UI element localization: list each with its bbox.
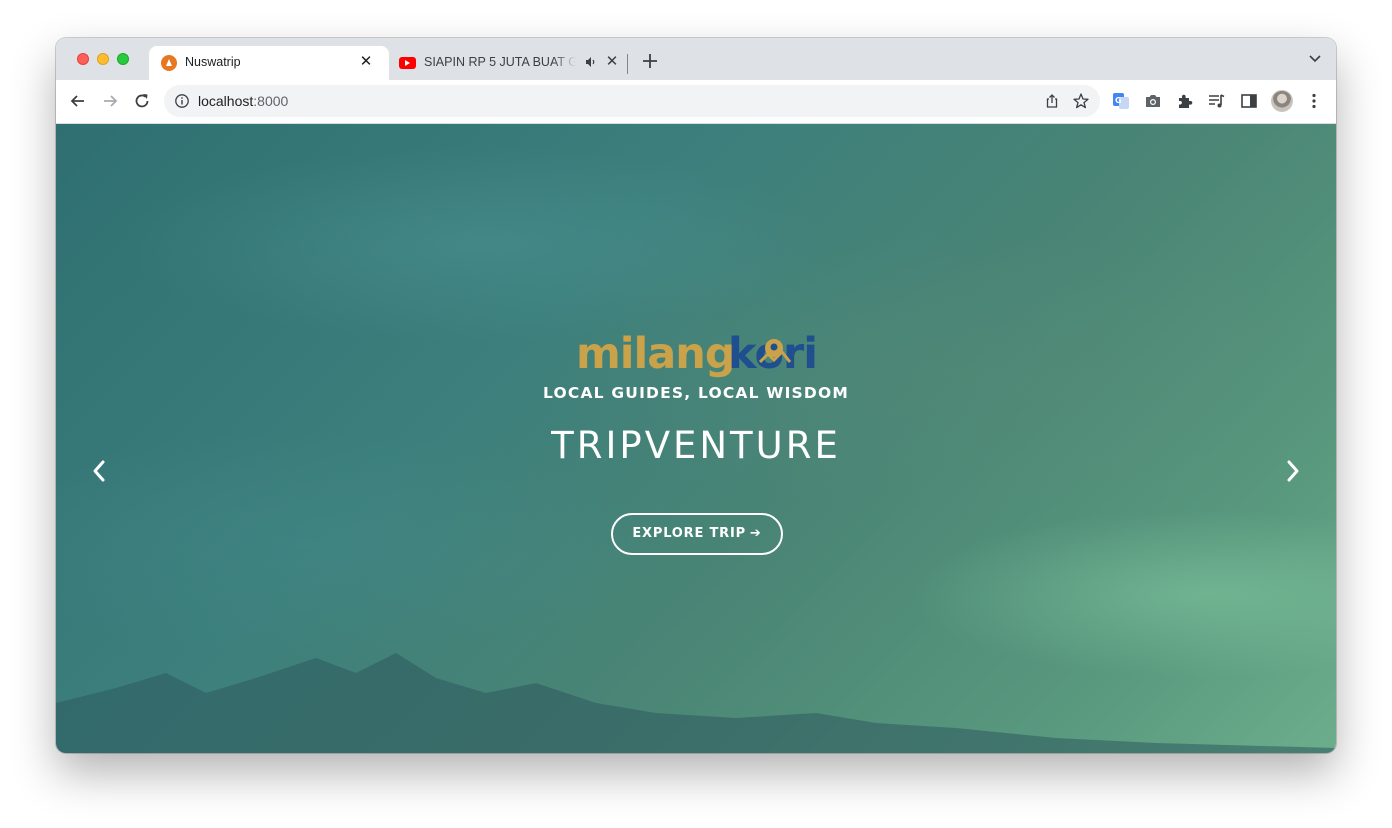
carousel-next-chevron-icon[interactable] <box>1284 458 1302 484</box>
info-icon[interactable] <box>174 93 190 109</box>
media-queue-icon[interactable] <box>1207 91 1227 111</box>
carousel-prev-chevron-icon[interactable] <box>90 458 108 484</box>
tab-strip: Nuswatrip ✕ SIAPIN RP 5 JUTA BUAT GA ✕ <box>56 38 1336 80</box>
close-window-button[interactable] <box>77 53 89 65</box>
profile-avatar[interactable] <box>1271 90 1293 112</box>
nuswatrip-favicon-icon <box>161 55 177 71</box>
hero-content: milang kori LOCAL GUIDES, LOCAL WISDOM T… <box>56 124 1336 753</box>
speaker-icon[interactable] <box>585 55 597 69</box>
url-text[interactable]: localhost:8000 <box>198 93 288 109</box>
tab-separator <box>627 54 628 74</box>
google-translate-icon[interactable]: G <box>1111 91 1131 111</box>
tab-youtube[interactable]: SIAPIN RP 5 JUTA BUAT GA ✕ <box>389 46 629 80</box>
hero-tagline: LOCAL GUIDES, LOCAL WISDOM <box>543 384 849 402</box>
browser-window: Nuswatrip ✕ SIAPIN RP 5 JUTA BUAT GA ✕ l… <box>56 38 1336 753</box>
tab-nuswatrip[interactable]: Nuswatrip ✕ <box>149 46 389 80</box>
extensions-puzzle-icon[interactable] <box>1175 91 1195 111</box>
tab-close-icon[interactable]: ✕ <box>604 54 620 70</box>
toolbar: localhost:8000 G <box>56 80 1336 124</box>
arrow-right-icon: ➔ <box>749 526 762 541</box>
hero-section: milang kori LOCAL GUIDES, LOCAL WISDOM T… <box>56 124 1336 753</box>
share-icon[interactable] <box>1044 93 1060 109</box>
svg-text:G: G <box>1115 96 1122 105</box>
explore-trip-label: EXPLORE TRIP <box>632 526 746 541</box>
tab-title: SIAPIN RP 5 JUTA BUAT GA <box>424 55 576 69</box>
back-arrow-icon[interactable] <box>68 91 88 111</box>
svg-text:milang: milang <box>576 329 735 379</box>
explore-trip-button[interactable]: EXPLORE TRIP ➔ <box>611 513 783 555</box>
hero-title: TRIPVENTURE <box>551 424 841 467</box>
more-menu-icon[interactable] <box>1304 91 1324 111</box>
bookmark-star-icon[interactable] <box>1072 92 1090 110</box>
minimize-window-button[interactable] <box>97 53 109 65</box>
youtube-favicon-icon <box>399 57 416 69</box>
maximize-window-button[interactable] <box>117 53 129 65</box>
logo-wordmark: milang kori <box>576 329 816 379</box>
milangkori-logo: milang kori <box>576 328 816 388</box>
side-panel-icon[interactable] <box>1239 91 1259 111</box>
camera-icon[interactable] <box>1143 91 1163 111</box>
new-tab-icon[interactable] <box>640 51 660 71</box>
reload-icon[interactable] <box>132 91 152 111</box>
tab-title: Nuswatrip <box>185 55 241 69</box>
tab-close-icon[interactable]: ✕ <box>358 54 374 70</box>
forward-arrow-icon[interactable] <box>100 91 120 111</box>
chevron-down-icon[interactable] <box>1308 54 1322 64</box>
address-bar[interactable]: localhost:8000 <box>164 85 1100 117</box>
